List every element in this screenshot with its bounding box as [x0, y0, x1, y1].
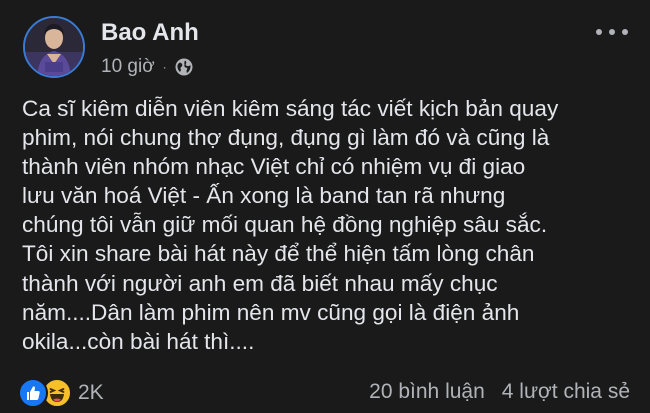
avatar[interactable] [23, 16, 85, 78]
globe-icon[interactable] [175, 58, 193, 76]
post-text-line: chúng tôi vẫn giữ mối quan hệ đồng nghiệ… [22, 212, 548, 238]
post-time[interactable]: 10 giờ [101, 56, 155, 78]
post-text-line: thành với người anh em đã biết nhau mấy … [22, 270, 498, 296]
comments-count-link[interactable]: 20 bình luận [369, 380, 485, 404]
post-text-line: năm....Dân làm phim nên mv cũng gọi là đ… [22, 299, 520, 325]
meta-separator: · [162, 60, 167, 74]
more-horizontal-icon [596, 29, 602, 35]
reactions-summary[interactable]: 2K [18, 378, 104, 408]
author-name[interactable]: Bao Anh [101, 19, 199, 47]
post-header: Bao Anh 10 giờ · [0, 0, 650, 90]
post-text-line: phim, nói chung thợ đụng, đụng gì làm đó… [22, 125, 550, 151]
post-text-line: Ca sĩ kiêm diễn viên kiêm sáng tác viết … [22, 96, 559, 121]
post-footer: 2K 20 bình luận 4 lượt chia sẻ [0, 376, 650, 410]
post-text-line: lưu văn hoá Việt - Ấn xong là band tan r… [22, 183, 506, 209]
post-text-line: thành viên nhóm nhạc Việt chỉ có nhiệm v… [22, 154, 526, 180]
more-horizontal-icon [609, 29, 615, 35]
engagement-stats: 20 bình luận 4 lượt chia sẻ [369, 380, 630, 404]
post-text-line: okila...còn bài hát thì.... [22, 328, 255, 354]
more-horizontal-icon [622, 29, 628, 35]
shares-count-link[interactable]: 4 lượt chia sẻ [502, 380, 630, 404]
reaction-count: 2K [78, 381, 104, 404]
more-options-button[interactable] [596, 22, 628, 42]
post-meta: 10 giờ · [101, 55, 193, 79]
facebook-post: Bao Anh 10 giờ · Ca sĩ kiêm diễn viên ki… [0, 0, 650, 413]
like-icon [18, 378, 48, 408]
post-text-line: Tôi xin share bài hát này để thể hiện tấ… [22, 241, 535, 267]
post-content: Ca sĩ kiêm diễn viên kiêm sáng tác viết … [22, 94, 637, 356]
